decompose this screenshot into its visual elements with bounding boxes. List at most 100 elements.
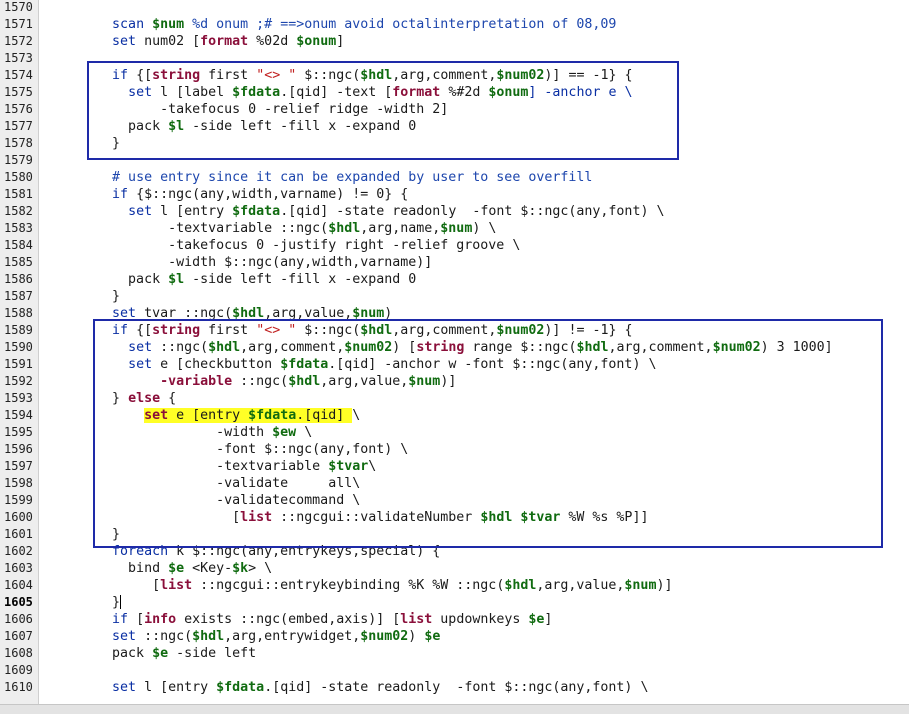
code-text[interactable]: -font $::ngc(any,font) \ bbox=[48, 441, 408, 458]
code-line[interactable]: 1597 -textvariable $tvar\ bbox=[0, 458, 909, 475]
code-line[interactable]: 1605 } bbox=[0, 594, 909, 611]
code-text[interactable]: } bbox=[48, 135, 120, 152]
code-line[interactable]: 1610 set l [entry $fdata.[qid] -state re… bbox=[0, 679, 909, 696]
code-line[interactable]: 1594 set e [entry $fdata.[qid] \ bbox=[0, 407, 909, 424]
code-line[interactable]: 1601 } bbox=[0, 526, 909, 543]
line-number: 1610 bbox=[4, 680, 33, 694]
code-text[interactable]: -width $::ngc(any,width,varname)] bbox=[48, 254, 432, 271]
code-line[interactable]: 1599 -validatecommand \ bbox=[0, 492, 909, 509]
code-text[interactable]: set num02 [format %02d $onum] bbox=[48, 33, 344, 50]
code-token: set bbox=[128, 340, 153, 355]
line-number: 1594 bbox=[4, 408, 33, 422]
code-text[interactable]: bind $e <Key-$k> \ bbox=[48, 560, 272, 577]
code-line[interactable]: 1583 -textvariable ::ngc($hdl,arg,name,$… bbox=[0, 220, 909, 237]
search-highlight-token: .[qid] bbox=[296, 408, 353, 423]
code-text[interactable]: -width $ew \ bbox=[48, 424, 312, 441]
search-highlight-token: e [entry bbox=[168, 408, 249, 423]
code-text[interactable]: if [info exists ::ngc(embed,axis)] [list… bbox=[48, 611, 552, 628]
code-line[interactable]: 1593 } else { bbox=[0, 390, 909, 407]
code-token: $num02 bbox=[360, 629, 409, 644]
code-text[interactable]: -validatecommand \ bbox=[48, 492, 360, 509]
code-text[interactable]: -textvariable $tvar\ bbox=[48, 458, 376, 475]
code-text[interactable]: [list ::ngcgui::entrykeybinding %K %W ::… bbox=[48, 577, 672, 594]
code-line[interactable]: 1580 # use entry since it can be expande… bbox=[0, 169, 909, 186]
code-line[interactable]: 1608 pack $e -side left bbox=[0, 645, 909, 662]
code-line[interactable]: 1575 set l [label $fdata.[qid] -text [fo… bbox=[0, 84, 909, 101]
code-line[interactable]: 1585 -width $::ngc(any,width,varname)] bbox=[0, 254, 909, 271]
code-token: -font $::ngc(any,font) \ bbox=[48, 442, 409, 457]
code-line[interactable]: 1589 if {[string first "<> " $::ngc($hdl… bbox=[0, 322, 909, 339]
code-line[interactable]: 1576 -takefocus 0 -relief ridge -width 2… bbox=[0, 101, 909, 118]
code-text[interactable]: if {[string first "<> " $::ngc($hdl,arg,… bbox=[48, 67, 632, 84]
code-text[interactable]: if {[string first "<> " $::ngc($hdl,arg,… bbox=[48, 322, 632, 339]
code-line[interactable]: 1600 [list ::ngcgui::validateNumber $hdl… bbox=[0, 509, 909, 526]
code-text[interactable]: set l [entry $fdata.[qid] -state readonl… bbox=[48, 203, 664, 220]
code-text[interactable]: } bbox=[48, 526, 120, 543]
code-text[interactable]: -takefocus 0 -justify right -relief groo… bbox=[48, 237, 520, 254]
code-line[interactable]: 1578 } bbox=[0, 135, 909, 152]
code-text[interactable]: # use entry since it can be expanded by … bbox=[48, 169, 592, 186]
code-text[interactable]: set tvar ::ngc($hdl,arg,value,$num) bbox=[48, 305, 392, 322]
code-line[interactable]: 1604 [list ::ngcgui::entrykeybinding %K … bbox=[0, 577, 909, 594]
code-line[interactable]: 1602 foreach k $::ngc(any,entrykeys,spec… bbox=[0, 543, 909, 560]
code-text[interactable]: foreach k $::ngc(any,entrykeys,special) … bbox=[48, 543, 440, 560]
line-number: 1572 bbox=[4, 34, 33, 48]
line-number: 1570 bbox=[4, 0, 33, 14]
code-line[interactable]: 1588 set tvar ::ngc($hdl,arg,value,$num) bbox=[0, 305, 909, 322]
code-line[interactable]: 1591 set e [checkbutton $fdata.[qid] -an… bbox=[0, 356, 909, 373]
code-line[interactable]: 1609 bbox=[0, 662, 909, 679]
code-text[interactable]: if {$::ngc(any,width,varname) != 0} { bbox=[48, 186, 408, 203]
code-line[interactable]: 1571 scan $num %d onum ;# ==>onum avoid … bbox=[0, 16, 909, 33]
code-line[interactable]: 1590 set ::ngc($hdl,arg,comment,$num02) … bbox=[0, 339, 909, 356]
code-line[interactable]: 1573 bbox=[0, 50, 909, 67]
code-text[interactable]: scan $num %d onum ;# ==>onum avoid octal… bbox=[48, 16, 616, 33]
line-number: 1588 bbox=[4, 306, 33, 320]
code-text[interactable]: pack $l -side left -fill x -expand 0 bbox=[48, 271, 416, 288]
code-text[interactable]: set e [entry $fdata.[qid] \ bbox=[48, 407, 360, 424]
code-line[interactable]: 1581 if {$::ngc(any,width,varname) != 0}… bbox=[0, 186, 909, 203]
code-token: $tvar bbox=[328, 459, 369, 474]
code-text[interactable]: -variable ::ngc($hdl,arg,value,$num)] bbox=[48, 373, 456, 390]
code-text[interactable]: } else { bbox=[48, 390, 176, 407]
code-line[interactable]: 1570 bbox=[0, 0, 909, 16]
code-text[interactable]: set l [entry $fdata.[qid] -state readonl… bbox=[48, 679, 648, 696]
code-text[interactable]: pack $l -side left -fill x -expand 0 bbox=[48, 118, 416, 135]
code-text[interactable]: -validate all\ bbox=[48, 475, 360, 492]
code-line[interactable]: 1577 pack $l -side left -fill x -expand … bbox=[0, 118, 909, 135]
line-number: 1602 bbox=[4, 544, 33, 558]
code-line[interactable]: 1587 } bbox=[0, 288, 909, 305]
code-line[interactable]: 1579 bbox=[0, 152, 909, 169]
code-line[interactable]: 1592 -variable ::ngc($hdl,arg,value,$num… bbox=[0, 373, 909, 390]
code-text[interactable]: } bbox=[48, 288, 120, 305]
code-line[interactable]: 1598 -validate all\ bbox=[0, 475, 909, 492]
code-line[interactable]: 1574 if {[string first "<> " $::ngc($hdl… bbox=[0, 67, 909, 84]
code-text[interactable]: [list ::ngcgui::validateNumber $hdl $tva… bbox=[48, 509, 648, 526]
code-text[interactable]: set ::ngc($hdl,arg,comment,$num02) [stri… bbox=[48, 339, 833, 356]
line-number: 1604 bbox=[4, 578, 33, 592]
code-text[interactable]: -takefocus 0 -relief ridge -width 2] bbox=[48, 101, 448, 118]
code-line[interactable]: 1582 set l [entry $fdata.[qid] -state re… bbox=[0, 203, 909, 220]
line-number: 1574 bbox=[4, 68, 33, 82]
code-line[interactable]: 1607 set ::ngc($hdl,arg,entrywidget,$num… bbox=[0, 628, 909, 645]
code-line[interactable]: 1603 bind $e <Key-$k> \ bbox=[0, 560, 909, 577]
line-number: 1581 bbox=[4, 187, 33, 201]
code-line[interactable]: 1595 -width $ew \ bbox=[0, 424, 909, 441]
code-line[interactable]: 1586 pack $l -side left -fill x -expand … bbox=[0, 271, 909, 288]
code-text[interactable]: set ::ngc($hdl,arg,entrywidget,$num02) $… bbox=[48, 628, 440, 645]
code-line[interactable]: 1606 if [info exists ::ngc(embed,axis)] … bbox=[0, 611, 909, 628]
code-line[interactable]: 1572 set num02 [format %02d $onum] bbox=[0, 33, 909, 50]
line-number: 1591 bbox=[4, 357, 33, 371]
code-token: )] bbox=[440, 374, 457, 389]
line-number: 1583 bbox=[4, 221, 33, 235]
code-line[interactable]: 1596 -font $::ngc(any,font) \ bbox=[0, 441, 909, 458]
code-text[interactable]: } bbox=[48, 594, 122, 611]
code-line[interactable]: 1584 -takefocus 0 -justify right -relief… bbox=[0, 237, 909, 254]
code-text[interactable]: set e [checkbutton $fdata.[qid] -anchor … bbox=[48, 356, 656, 373]
code-text[interactable]: set l [label $fdata.[qid] -text [format … bbox=[48, 84, 632, 101]
code-token: \ bbox=[352, 408, 361, 423]
code-text[interactable]: pack $e -side left bbox=[48, 645, 256, 662]
code-editor[interactable]: 1570 1571 scan $num %d onum ;# ==>onum av… bbox=[0, 0, 909, 704]
code-text[interactable]: -textvariable ::ngc($hdl,arg,name,$num) … bbox=[48, 220, 496, 237]
